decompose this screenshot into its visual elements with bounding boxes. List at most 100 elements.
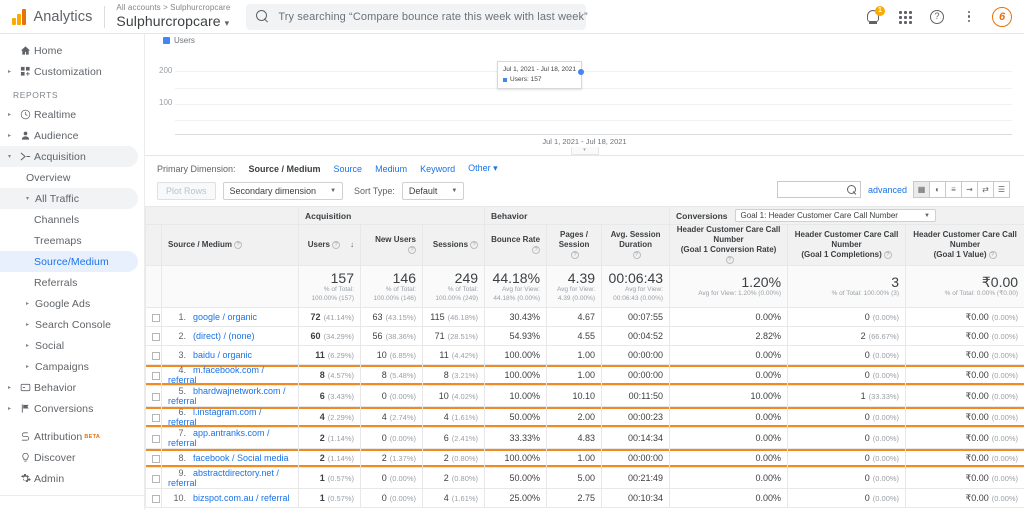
sidebar-item-campaigns[interactable]: ▸ Campaigns (0, 356, 144, 377)
notifications-button[interactable]: 1 (864, 5, 885, 26)
row-checkbox[interactable] (152, 332, 160, 341)
plot-rows-button[interactable]: Plot Rows (157, 182, 216, 200)
table-row[interactable]: 9. abstractdirectory.net / referral 1 (0.57… (145, 467, 1024, 489)
table-row[interactable]: 2. (direct) / (none) 60 (34.29%) 56 (38.36%) 7… (145, 326, 1024, 346)
help-tooltip-icon[interactable]: ? (883, 251, 892, 259)
row-checkbox-cell[interactable] (145, 448, 162, 468)
column-header-users[interactable]: Users? ↓ (298, 224, 361, 266)
row-checkbox[interactable] (152, 474, 160, 483)
collapse-chart-button[interactable]: ▾ (570, 147, 599, 155)
sidebar-item-conversions[interactable]: ▸ Conversions (0, 398, 144, 419)
pie-view-icon[interactable]: ◐ (929, 181, 946, 198)
help-tooltip-icon[interactable]: ? (988, 251, 997, 259)
row-checkbox-cell[interactable] (145, 427, 162, 449)
row-checkbox-cell[interactable] (145, 488, 162, 508)
column-header-bounce-rate[interactable]: Bounce Rate? (484, 224, 548, 266)
help-tooltip-icon[interactable]: ? (234, 241, 243, 249)
row-checkbox[interactable] (152, 392, 160, 401)
help-tooltip-icon[interactable]: ? (725, 256, 734, 264)
table-row[interactable]: 10. bizspot.com.au / referral 1 (0.57%) 0 (0.… (145, 488, 1024, 508)
sidebar-item-channels[interactable]: Channels (0, 209, 144, 230)
row-checkbox-cell[interactable] (145, 345, 162, 365)
column-header-goal-value[interactable]: Header Customer Care Call Number (Goal 1 … (905, 224, 1024, 266)
advanced-filter-link[interactable]: advanced (868, 185, 907, 195)
row-source-medium-link[interactable]: (direct) / (none) (193, 331, 255, 341)
sidebar-item-attribution[interactable]: Attribution BETA (0, 426, 145, 447)
table-row[interactable]: 5. bhardwajnetwork.com / referral 6 (3.43%)… (145, 385, 1024, 407)
sidebar-item-acquisition[interactable]: ▾ Acquisition (0, 146, 138, 167)
sidebar-item-discover[interactable]: Discover (0, 447, 145, 468)
column-header-sessions[interactable]: Sessions? (421, 224, 486, 266)
term-cloud-icon[interactable]: ☰ (993, 181, 1010, 198)
performance-view-icon[interactable]: ≡ (945, 181, 962, 198)
table-row[interactable]: 8. facebook / Social media 2 (1.14%) 2 (1.37%… (145, 448, 1024, 468)
table-row[interactable]: 7. app.antranks.com / referral 2 (1.14%) 0 (0… (145, 427, 1024, 449)
row-checkbox[interactable] (152, 434, 160, 443)
help-button[interactable]: ? (928, 8, 946, 26)
sidebar-item-all-traffic[interactable]: ▾ All Traffic (0, 188, 138, 209)
dimension-link-other[interactable]: Other ▾ (468, 163, 498, 174)
dimension-link-medium[interactable]: Medium (375, 164, 407, 174)
sidebar-item-treemaps[interactable]: Treemaps (0, 230, 144, 251)
row-checkbox[interactable] (152, 313, 160, 322)
column-header-avg-duration[interactable]: Avg. Session Duration? (601, 224, 671, 266)
row-checkbox-cell[interactable] (145, 467, 162, 489)
row-checkbox[interactable] (152, 413, 160, 422)
table-row[interactable]: 4. m.facebook.com / referral 8 (4.57%) 8 (5.4… (145, 364, 1024, 386)
sidebar-item-realtime[interactable]: ▸ Realtime (0, 104, 144, 125)
column-header-goal-conversion-rate[interactable]: Header Customer Care Call Number (Goal 1 … (669, 224, 789, 266)
column-header-pages-session[interactable]: Pages / Session? (546, 224, 603, 266)
row-checkbox-cell[interactable] (145, 364, 162, 386)
dimension-link-source[interactable]: Source (334, 164, 363, 174)
table-search-input[interactable] (776, 181, 861, 198)
table-row[interactable]: 6. l.instagram.com / referral 4 (2.29%) 4 (2.… (145, 406, 1024, 428)
help-tooltip-icon[interactable]: ? (632, 251, 641, 259)
chart-legend[interactable]: Users (163, 36, 1012, 45)
row-checkbox[interactable] (152, 371, 160, 380)
help-tooltip-icon[interactable]: ? (532, 246, 541, 254)
sidebar-item-behavior[interactable]: ▸ Behavior (0, 377, 144, 398)
column-header-new-users[interactable]: New Users? (360, 224, 423, 266)
secondary-dimension-select[interactable]: Secondary dimension ▼ (222, 182, 344, 200)
sidebar-item-admin[interactable]: Admin (0, 468, 145, 489)
pivot-view-icon[interactable]: ⇄ (977, 181, 994, 198)
chart-data-point[interactable] (578, 69, 584, 75)
row-source-medium-link[interactable]: facebook / Social media (193, 453, 289, 463)
avatar[interactable]: 6 (992, 6, 1012, 27)
comparison-view-icon[interactable]: ⇝ (961, 181, 978, 198)
help-tooltip-icon[interactable]: ? (470, 241, 479, 249)
sidebar-item-social[interactable]: ▸ Social (0, 335, 144, 356)
sidebar-item-customization[interactable]: ▸ Customization (0, 61, 144, 82)
table-row[interactable]: 3. baidu / organic 11 (6.29%) 10 (6.85%) 11 (4.… (145, 345, 1024, 365)
row-source-medium-link[interactable]: bizspot.com.au / referral (193, 493, 290, 503)
help-tooltip-icon[interactable]: ? (408, 246, 416, 254)
row-source-medium-link[interactable]: google / organic (193, 312, 257, 322)
sidebar-item-referrals[interactable]: Referrals (0, 272, 144, 293)
apps-grid-button[interactable] (896, 8, 914, 26)
search-input[interactable]: Try searching “Compare bounce rate this … (246, 3, 588, 30)
row-checkbox[interactable] (152, 351, 160, 360)
row-checkbox[interactable] (152, 494, 160, 503)
help-tooltip-icon[interactable]: ? (571, 251, 580, 259)
row-checkbox-cell[interactable] (145, 385, 162, 407)
column-header-source-medium[interactable]: Source / Medium? (161, 224, 299, 266)
row-checkbox-cell[interactable] (145, 326, 162, 346)
account-selector[interactable]: All accounts > Sulphurcropcare Sulphurcr… (116, 3, 230, 29)
row-source-medium-link[interactable]: baidu / organic (193, 350, 252, 360)
sidebar-item-overview[interactable]: Overview (0, 167, 144, 188)
help-tooltip-icon[interactable]: ? (332, 241, 340, 249)
more-options-button[interactable] (960, 8, 978, 26)
sidebar-item-home[interactable]: Home (0, 40, 144, 61)
sidebar-item-source-medium[interactable]: Source/Medium (0, 251, 138, 272)
dimension-link-keyword[interactable]: Keyword (420, 164, 455, 174)
sidebar-item-audience[interactable]: ▸ Audience (0, 125, 144, 146)
row-checkbox-cell[interactable] (145, 307, 162, 327)
table-row[interactable]: 1. google / organic 72 (41.14%) 63 (43.15%) 11… (145, 307, 1024, 327)
sidebar-item-google-ads[interactable]: ▸ Google Ads (0, 293, 144, 314)
column-header-goal-completions[interactable]: Header Customer Care Call Number (Goal 1 … (787, 224, 907, 266)
sidebar-item-search-console[interactable]: ▸ Search Console (0, 314, 144, 335)
primary-dimension-value[interactable]: Source / Medium (249, 164, 321, 174)
row-checkbox-cell[interactable] (145, 406, 162, 428)
goal-selector[interactable]: Goal 1: Header Customer Care Call Number… (734, 209, 936, 222)
row-checkbox[interactable] (152, 454, 160, 463)
